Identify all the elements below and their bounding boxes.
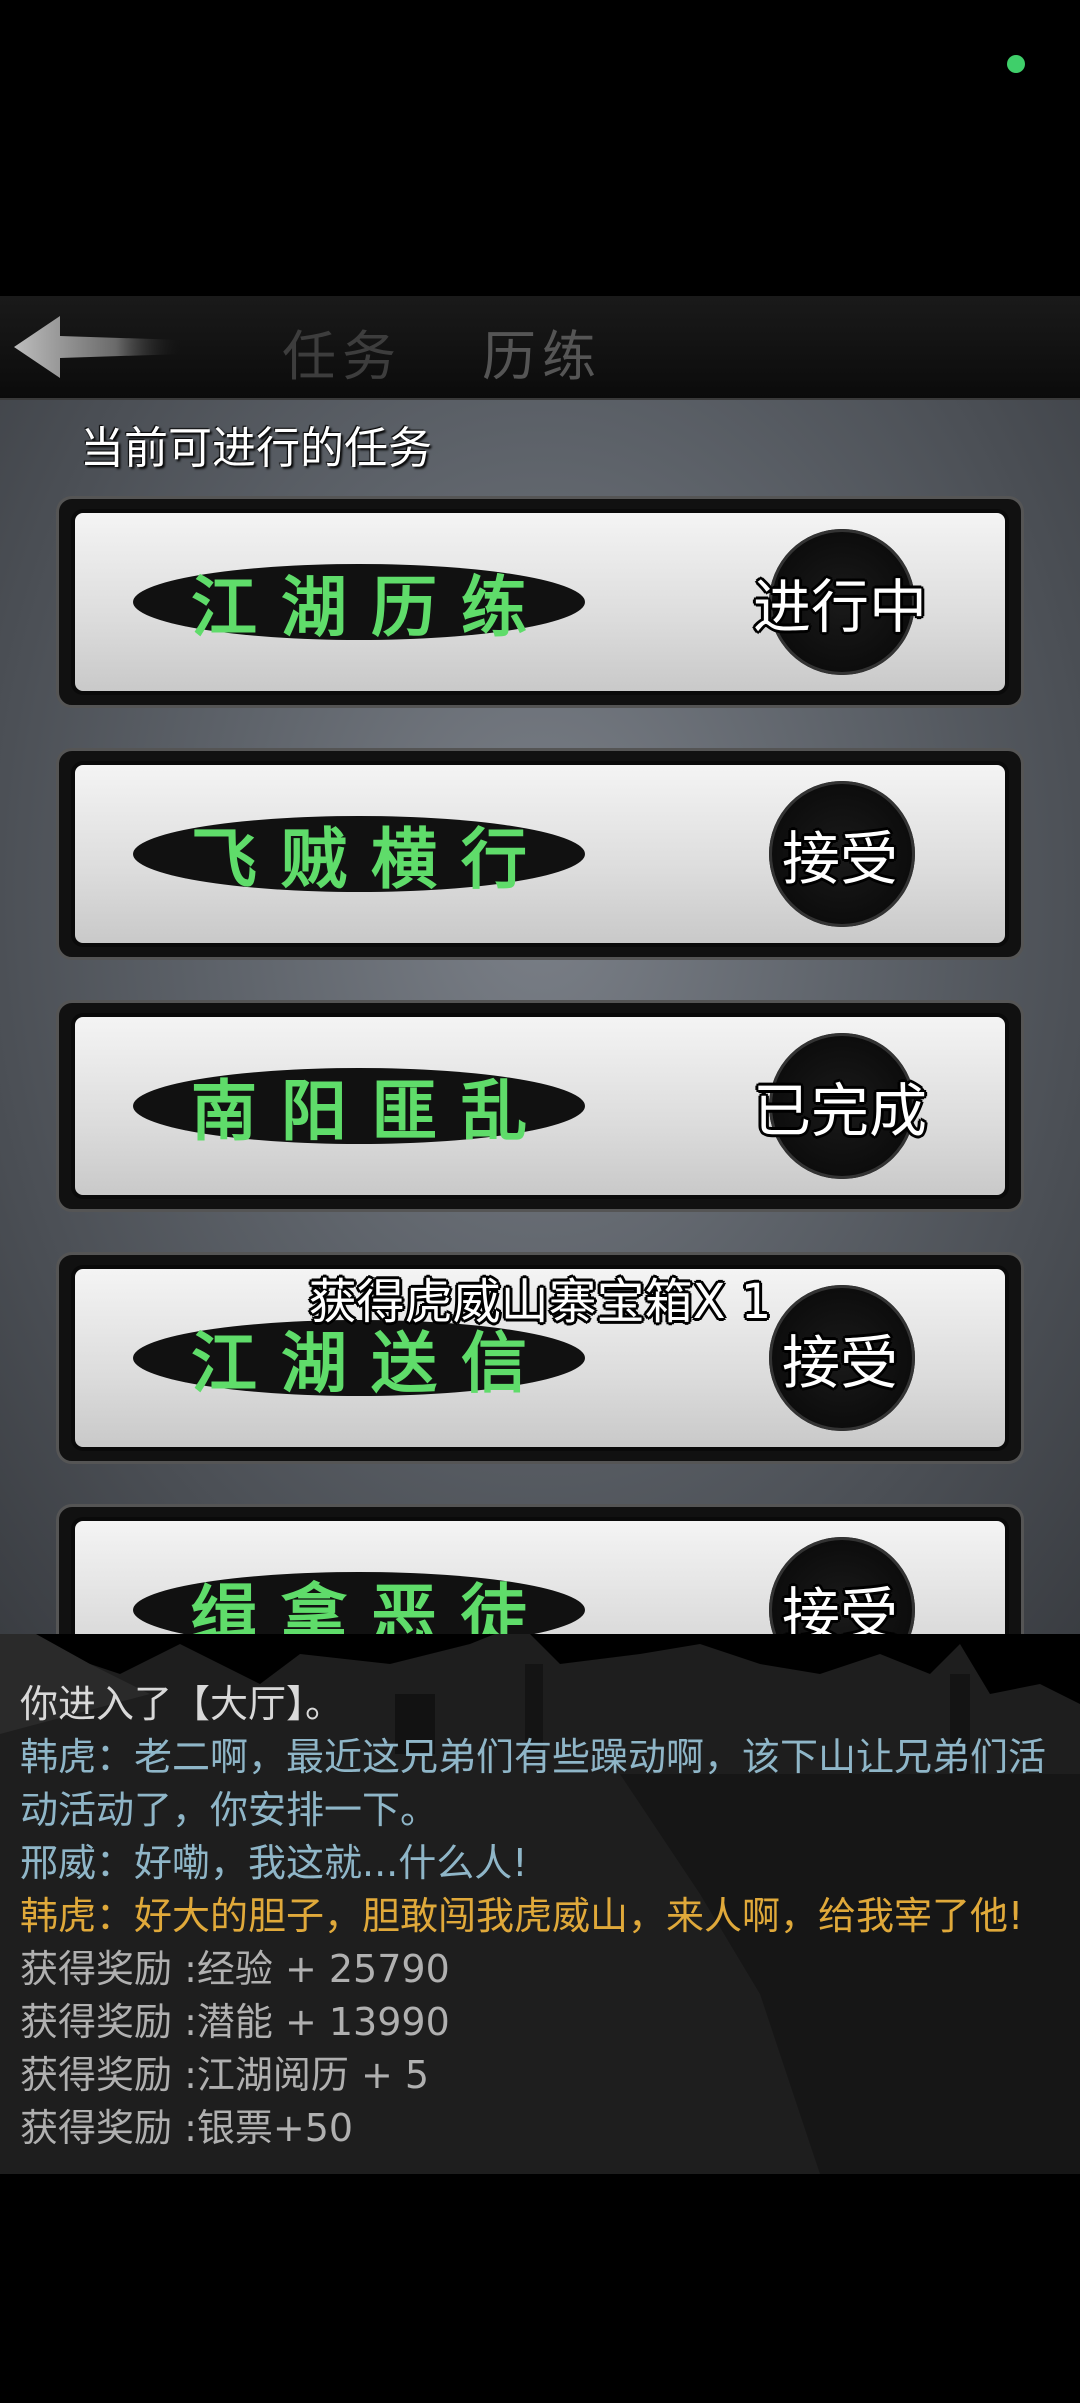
log-line: 你进入了【大厅】。 [20,1682,344,1726]
message-log: 你进入了【大厅】。韩虎：老二啊，最近这兄弟们有些躁动啊，该下山让兄弟们活动活动了… [0,1634,1080,2403]
task-name: 飞贼横行 [133,816,585,898]
task-card: 南阳匪乱 已完成 [56,1000,1024,1212]
task-action-button[interactable] [769,1537,915,1634]
log-line: 邢威：好嘞，我这就...什么人! [20,1841,528,1885]
section-title: 当前可进行的任务 [80,423,432,474]
task-action-button[interactable] [769,1033,915,1179]
reward-toast: 获得虎威山寨宝箱X 1 [308,1274,772,1330]
back-button[interactable] [14,314,184,380]
log-line: 获得奖励 :银票+50 [20,2106,354,2150]
task-card: 飞贼横行 接受 [56,748,1024,960]
task-name: 南阳匪乱 [133,1068,585,1150]
tab-task[interactable]: 任务 [282,312,402,391]
task-action-button[interactable] [769,529,915,675]
back-arrow-icon [14,316,184,378]
task-name: 缉拿恶徒 [133,1572,585,1634]
task-card: 缉拿恶徒 接受 [56,1504,1024,1634]
log-line: 获得奖励 :江湖阅历 + 5 [20,2053,430,2097]
task-panel: 当前可进行的任务 江湖历练 进行中 飞贼横行 接受 南阳匪乱 已完成 江湖送信 … [0,400,1080,1634]
task-card: 江湖历练 进行中 [56,496,1024,708]
status-indicator-dot [1007,55,1025,73]
log-line: 韩虎：老二啊，最近这兄弟们有些躁动啊，该下山让兄弟们活动活动了，你安排一下。 [20,1735,1047,1832]
header-bar: 任务 历练 [0,296,1080,400]
log-lines: 你进入了【大厅】。韩虎：老二啊，最近这兄弟们有些躁动啊，该下山让兄弟们活动活动了… [20,1678,1060,2155]
task-name: 江湖历练 [133,564,585,646]
tab-training[interactable]: 历练 [482,312,602,391]
log-line: 韩虎：好大的胆子，胆敢闯我虎威山，来人啊，给我宰了他! [20,1894,1024,1938]
log-line: 获得奖励 :经验 + 25790 [20,1947,450,1991]
task-action-button[interactable] [769,781,915,927]
log-line: 获得奖励 :潜能 + 13990 [20,2000,450,2044]
